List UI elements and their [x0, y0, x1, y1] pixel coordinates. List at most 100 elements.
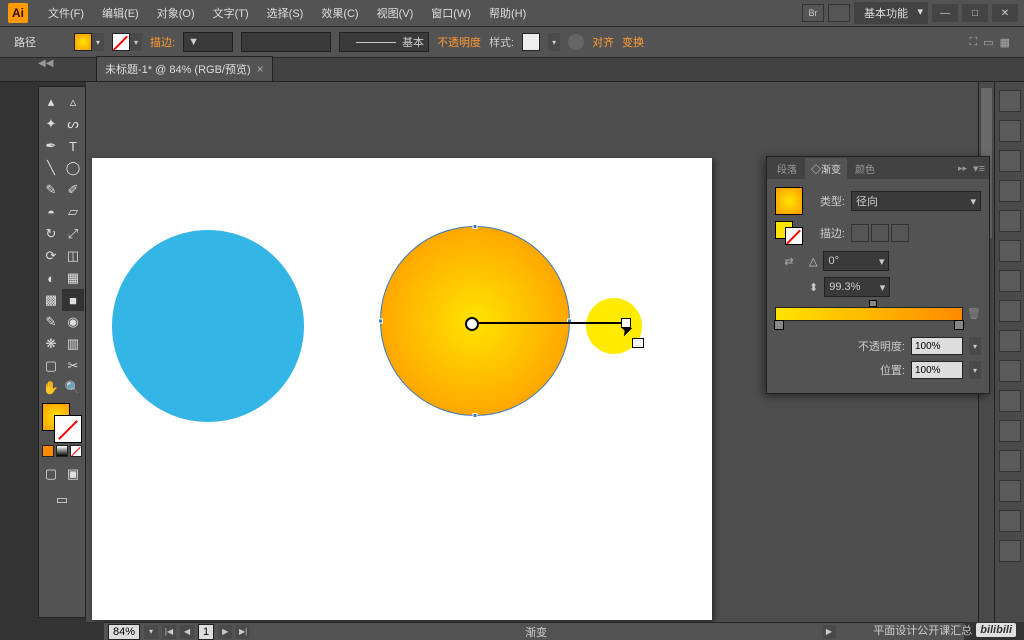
- screen-mode-normal[interactable]: ▢: [40, 463, 62, 485]
- change-screen-mode[interactable]: ▭: [51, 489, 73, 511]
- dock-align-icon[interactable]: [999, 450, 1021, 472]
- style-swatch[interactable]: [522, 33, 540, 51]
- document-tab[interactable]: 未标题-1* @ 84% (RGB/预览) ×: [96, 56, 273, 81]
- profile-field[interactable]: [241, 32, 331, 52]
- scale-tool[interactable]: ⤢: [62, 223, 84, 245]
- gradient-stroke-swatch[interactable]: [775, 221, 803, 245]
- selection-handle[interactable]: [378, 319, 383, 324]
- blend-tool[interactable]: ◉: [62, 311, 84, 333]
- artboard-next-icon[interactable]: ▶: [218, 625, 232, 639]
- dock-transform-icon[interactable]: [999, 480, 1021, 502]
- menu-window[interactable]: 窗口(W): [423, 1, 479, 25]
- stroke-grad-mode-3[interactable]: [891, 224, 909, 242]
- isolate-icon[interactable]: ⛶: [969, 36, 977, 49]
- shape-blue-circle[interactable]: [112, 230, 304, 422]
- stroke-dropdown[interactable]: ▾: [130, 33, 142, 51]
- dock-character-icon[interactable]: [999, 90, 1021, 112]
- menu-view[interactable]: 视图(V): [369, 1, 422, 25]
- lasso-tool[interactable]: ᔕ: [62, 113, 84, 135]
- dock-links-icon[interactable]: [999, 540, 1021, 562]
- menu-select[interactable]: 选择(S): [259, 1, 312, 25]
- dock-transparency-icon[interactable]: [999, 420, 1021, 442]
- status-menu-icon[interactable]: ▶: [822, 625, 836, 639]
- gradient-stop-left[interactable]: [774, 320, 784, 330]
- maximize-button[interactable]: □: [962, 4, 988, 22]
- minimize-button[interactable]: —: [932, 4, 958, 22]
- stroke-grad-mode-1[interactable]: [851, 224, 869, 242]
- stroke-weight-field[interactable]: ▼: [183, 32, 233, 52]
- aspect-field[interactable]: 99.3%▾: [824, 277, 890, 297]
- artboard-first-icon[interactable]: |◀: [162, 625, 176, 639]
- pencil-tool[interactable]: ✐: [62, 179, 84, 201]
- delete-stop-icon[interactable]: 🗑: [967, 307, 981, 321]
- clip-icon[interactable]: ▭: [983, 36, 993, 49]
- dock-layers-icon[interactable]: [999, 330, 1021, 352]
- shape-builder-tool[interactable]: ◐: [40, 267, 62, 289]
- dock-symbols-icon[interactable]: [999, 300, 1021, 322]
- gradient-type-select[interactable]: 径向▾: [851, 191, 981, 211]
- selection-tool[interactable]: ▴: [40, 91, 62, 113]
- dock-swatches-icon[interactable]: [999, 240, 1021, 262]
- type-tool[interactable]: T: [62, 135, 84, 157]
- artboard-tool[interactable]: ▢: [40, 355, 62, 377]
- symbol-sprayer-tool[interactable]: ❋: [40, 333, 62, 355]
- align-label[interactable]: 对齐: [592, 34, 614, 50]
- dock-appearance-icon[interactable]: [999, 360, 1021, 382]
- dock-graphic-styles-icon[interactable]: [999, 390, 1021, 412]
- graph-tool[interactable]: ▥: [62, 333, 84, 355]
- dock-color-icon[interactable]: [999, 120, 1021, 142]
- menu-object[interactable]: 对象(O): [149, 1, 203, 25]
- workspace-dropdown[interactable]: 基本功能: [854, 2, 928, 24]
- screen-mode-full[interactable]: ▣: [62, 463, 84, 485]
- menu-effect[interactable]: 效果(C): [313, 1, 366, 25]
- shape-tool[interactable]: ◯: [62, 157, 84, 179]
- dock-brushes-icon[interactable]: [999, 270, 1021, 292]
- location-dropdown[interactable]: ▾: [969, 361, 981, 379]
- magic-wand-tool[interactable]: ✦: [40, 113, 62, 135]
- arrange-docs-icon[interactable]: [828, 4, 850, 22]
- bridge-icon[interactable]: Br: [802, 4, 824, 22]
- width-tool[interactable]: ⟳: [40, 245, 62, 267]
- hand-tool[interactable]: ✋: [40, 377, 62, 399]
- panel-tab-color[interactable]: 颜色: [849, 158, 881, 179]
- zoom-dropdown[interactable]: ▾: [144, 625, 158, 639]
- rotate-tool[interactable]: ↻: [40, 223, 62, 245]
- dock-actions-icon[interactable]: [999, 510, 1021, 532]
- fill-dropdown[interactable]: ▾: [92, 33, 104, 51]
- mesh-tool[interactable]: ▩: [40, 289, 62, 311]
- stop-opacity-field[interactable]: [911, 337, 963, 355]
- gradient-midpoint[interactable]: [869, 300, 877, 307]
- direct-selection-tool[interactable]: ▵: [62, 91, 84, 113]
- fill-swatch[interactable]: [74, 33, 92, 51]
- stop-location-field[interactable]: [911, 361, 963, 379]
- free-transform-tool[interactable]: ◫: [62, 245, 84, 267]
- close-tab-icon[interactable]: ×: [257, 62, 264, 76]
- gradient-preview-swatch[interactable]: [775, 187, 803, 215]
- stroke-color[interactable]: [54, 415, 82, 443]
- blob-brush-tool[interactable]: ◓: [40, 201, 62, 223]
- menu-type[interactable]: 文字(T): [205, 1, 257, 25]
- opacity-label[interactable]: 不透明度: [437, 34, 481, 50]
- style-dropdown[interactable]: ▾: [548, 33, 560, 51]
- transform-label[interactable]: 变换: [622, 34, 644, 50]
- fill-stroke-indicator[interactable]: [42, 403, 82, 443]
- gradient-ramp[interactable]: [775, 307, 963, 321]
- panel-tab-gradient[interactable]: ◇渐变: [805, 158, 847, 179]
- gradient-tool[interactable]: ■: [62, 289, 84, 311]
- menu-file[interactable]: 文件(F): [40, 1, 92, 25]
- selection-handle[interactable]: [473, 413, 478, 418]
- panel-menu-icon[interactable]: ▾≡: [973, 162, 985, 175]
- selection-handle[interactable]: [473, 224, 478, 229]
- reverse-gradient-icon[interactable]: ⇄: [775, 255, 803, 268]
- dock-gradient-icon[interactable]: [999, 210, 1021, 232]
- paintbrush-tool[interactable]: ✎: [40, 179, 62, 201]
- zoom-field[interactable]: 84%: [108, 624, 140, 640]
- edit-icon[interactable]: ▦: [1000, 36, 1010, 49]
- panel-collapse-icon[interactable]: ▸▸: [958, 163, 967, 174]
- dock-stroke-icon[interactable]: [999, 180, 1021, 202]
- expand-panels-icon[interactable]: ◀◀: [38, 58, 53, 69]
- stroke-grad-mode-2[interactable]: [871, 224, 889, 242]
- artboard-last-icon[interactable]: ▶|: [236, 625, 250, 639]
- eraser-tool[interactable]: ▱: [62, 201, 84, 223]
- color-mode-solid[interactable]: [42, 445, 54, 457]
